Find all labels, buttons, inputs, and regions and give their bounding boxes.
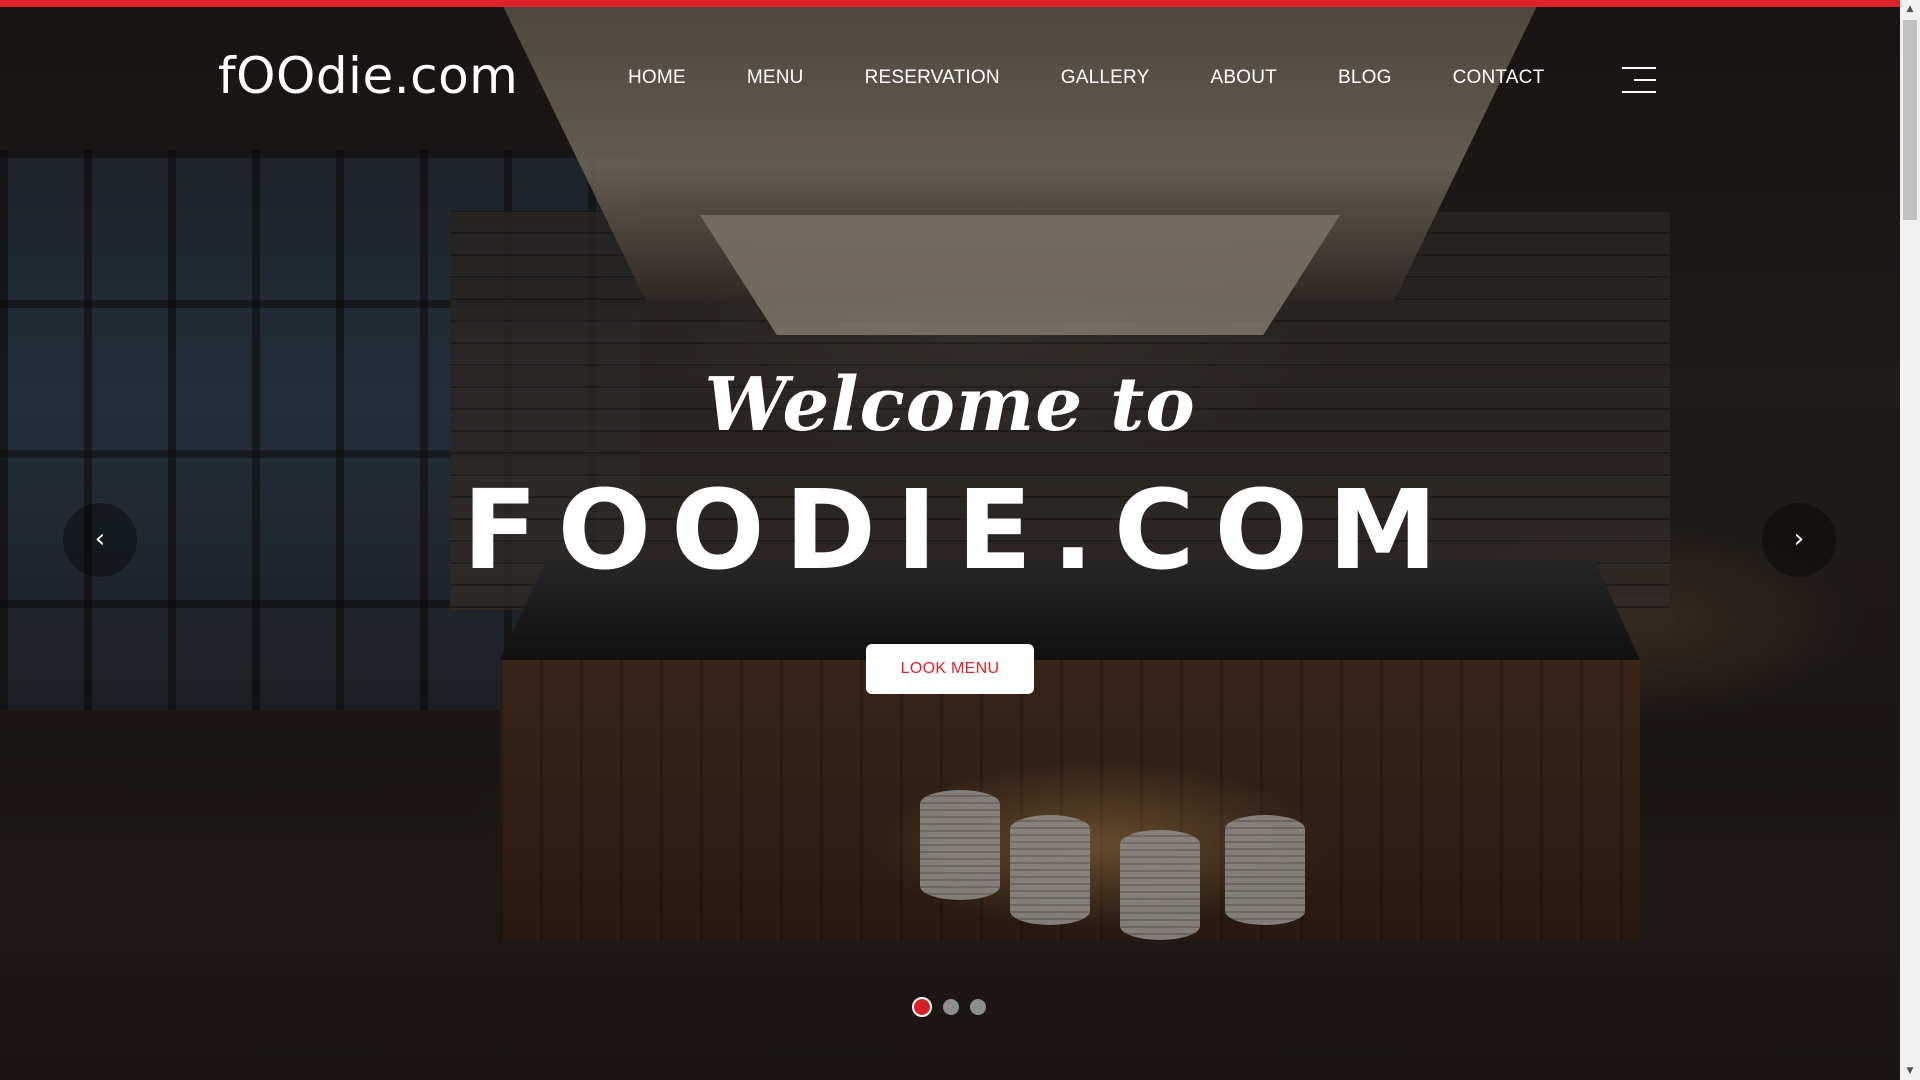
nav-link-menu[interactable]: MENU <box>747 67 804 89</box>
look-menu-button[interactable]: LOOK MENU <box>866 644 1034 694</box>
hamburger-bar <box>1622 67 1656 69</box>
hamburger-icon[interactable] <box>1622 67 1656 93</box>
site-header: fOOdie.com HOME MENU RESERVATION GALLERY… <box>0 7 1900 147</box>
scroll-down-icon[interactable]: ▼ <box>1900 1062 1920 1080</box>
hamburger-bar <box>1622 91 1656 93</box>
nav-link-about[interactable]: ABOUT <box>1211 67 1277 89</box>
nav-link-reservation[interactable]: RESERVATION <box>865 67 1000 89</box>
carousel-dot[interactable] <box>970 999 986 1015</box>
scrollbar-thumb[interactable] <box>1903 20 1917 220</box>
hero-title: FOODIE.COM <box>462 466 1458 594</box>
hamburger-bar <box>1634 79 1656 81</box>
top-accent-bar <box>0 0 1900 7</box>
viewport: fOOdie.com HOME MENU RESERVATION GALLERY… <box>0 0 1900 1080</box>
carousel-dot[interactable] <box>943 999 959 1015</box>
page-scrollbar[interactable]: ▲ ▼ <box>1900 0 1920 1080</box>
nav-link-home[interactable]: HOME <box>628 67 686 89</box>
carousel-pagination <box>912 997 986 1017</box>
scroll-up-icon[interactable]: ▲ <box>1900 0 1920 18</box>
nav-link-contact[interactable]: CONTACT <box>1453 67 1545 89</box>
main-nav: HOME MENU RESERVATION GALLERY ABOUT BLOG… <box>628 67 1544 89</box>
chevron-left-icon[interactable]: ‹ <box>63 503 137 577</box>
chevron-right-icon[interactable]: › <box>1762 503 1836 577</box>
nav-link-blog[interactable]: BLOG <box>1338 67 1392 89</box>
hero-eyebrow: Welcome to <box>704 362 1196 448</box>
carousel-dot[interactable] <box>912 997 932 1017</box>
site-logo[interactable]: fOOdie.com <box>218 47 518 105</box>
nav-link-gallery[interactable]: GALLERY <box>1061 67 1150 89</box>
hero-content: Welcome to FOODIE.COM LOOK MENU <box>0 360 1900 694</box>
